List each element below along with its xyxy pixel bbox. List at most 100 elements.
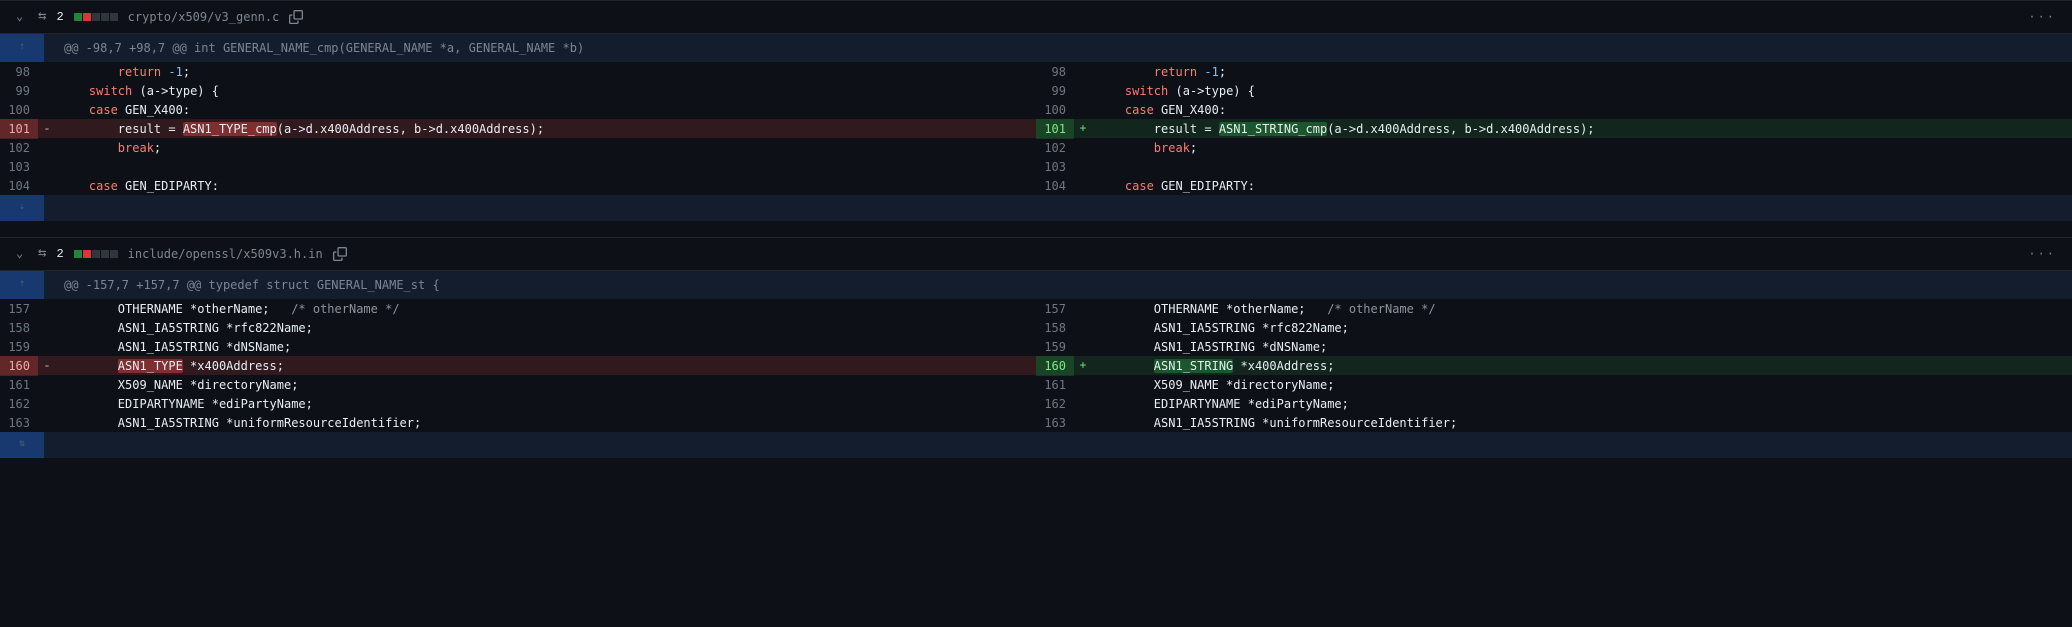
diffstat-square [110,13,118,21]
line-number[interactable]: 99 [0,81,38,101]
line-number[interactable]: 102 [1036,138,1074,158]
line-number[interactable]: 101 [0,119,38,139]
diffstat-square [101,13,109,21]
expand-hunk-both[interactable]: ⇅ [0,432,2072,458]
file-path-link[interactable]: include/openssl/x509v3.h.in [128,244,323,264]
code-content[interactable]: EDIPARTYNAME *ediPartyName; [56,394,1036,414]
line-number[interactable]: 101 [1036,119,1074,139]
line-number[interactable]: 100 [0,100,38,120]
file-kebab-menu[interactable]: ··· [2028,244,2056,264]
diff-line: 104 case GEN_EDIPARTY: [0,176,1036,195]
line-number[interactable]: 99 [1036,81,1074,101]
line-number[interactable]: 103 [0,157,38,177]
copy-path-icon[interactable] [333,247,347,261]
diff-sign: - [38,119,56,139]
diff-line: 157 OTHERNAME *otherName; /* otherName *… [0,299,1036,318]
diff-line: 163 ASN1_IA5STRING *uniformResourceIdent… [1036,413,2072,432]
expand-hunk-up[interactable]: ⇡ [0,271,44,299]
line-number[interactable]: 103 [1036,157,1074,177]
diff-line: 162 EDIPARTYNAME *ediPartyName; [1036,394,2072,413]
diff-sign: - [38,356,56,376]
diffstat-square [83,250,91,258]
collapse-toggle[interactable]: ⌄ [16,244,28,264]
line-number[interactable]: 98 [1036,62,1074,82]
code-content[interactable]: ASN1_IA5STRING *rfc822Name; [56,318,1036,338]
expand-both-icon: ⇅ [19,435,25,455]
file-diff-block: ⌄ ⇆ 2 crypto/x509/v3_genn.c ··· ⇡ @@ -98… [0,0,2072,221]
hunk-header: ⇡ @@ -98,7 +98,7 @@ int GENERAL_NAME_cmp… [0,34,2072,62]
code-content[interactable]: switch (a->type) { [1092,81,2072,101]
line-number[interactable]: 157 [1036,299,1074,319]
code-content[interactable]: ASN1_TYPE *x400Address; [56,356,1036,376]
code-content[interactable]: case GEN_X400: [56,100,1036,120]
line-number[interactable]: 160 [1036,356,1074,376]
code-content[interactable]: ASN1_IA5STRING *dNSName; [56,337,1036,357]
line-number[interactable]: 160 [0,356,38,376]
expand-all-icon[interactable]: ⇆ [38,7,46,27]
code-content[interactable]: result = ASN1_STRING_cmp(a->d.x400Addres… [1092,119,2072,139]
line-number[interactable]: 159 [1036,337,1074,357]
line-number[interactable]: 158 [1036,318,1074,338]
line-number[interactable]: 102 [0,138,38,158]
line-number[interactable]: 161 [1036,375,1074,395]
diff-line: 98 return -1; [1036,62,2072,81]
right-pane: 98 return -1; 99 switch (a->type) { 100 … [1036,62,2072,195]
diffstat-square [74,13,82,21]
diffstat-square [92,13,100,21]
left-pane: 157 OTHERNAME *otherName; /* otherName *… [0,299,1036,432]
line-number[interactable]: 159 [0,337,38,357]
line-number[interactable]: 104 [1036,176,1074,196]
line-number[interactable]: 100 [1036,100,1074,120]
change-count: 2 [56,244,63,264]
expand-hunk-up[interactable]: ⇡ [0,34,44,62]
code-content[interactable]: ASN1_IA5STRING *dNSName; [1092,337,2072,357]
code-content[interactable]: result = ASN1_TYPE_cmp(a->d.x400Address,… [56,119,1036,139]
code-content[interactable]: OTHERNAME *otherName; /* otherName */ [1092,299,2072,319]
diffstat[interactable] [74,250,118,258]
code-content[interactable]: break; [1092,138,2072,158]
expand-up-icon: ⇡ [19,275,25,295]
code-content[interactable]: ASN1_IA5STRING *rfc822Name; [1092,318,2072,338]
code-content[interactable]: case GEN_X400: [1092,100,2072,120]
diff-line: 159 ASN1_IA5STRING *dNSName; [0,337,1036,356]
code-content[interactable]: OTHERNAME *otherName; /* otherName */ [56,299,1036,319]
diff-line: 160 - ASN1_TYPE *x400Address; [0,356,1036,375]
diff-line: 158 ASN1_IA5STRING *rfc822Name; [0,318,1036,337]
code-content[interactable]: break; [56,138,1036,158]
copy-path-icon[interactable] [289,10,303,24]
file-kebab-menu[interactable]: ··· [2028,7,2056,27]
code-content[interactable]: EDIPARTYNAME *ediPartyName; [1092,394,2072,414]
line-number[interactable]: 158 [0,318,38,338]
code-content[interactable]: case GEN_EDIPARTY: [1092,176,2072,196]
line-number[interactable]: 163 [0,413,38,433]
diff-sign: + [1074,356,1092,376]
line-number[interactable]: 161 [0,375,38,395]
line-number[interactable]: 162 [0,394,38,414]
expand-all-icon[interactable]: ⇆ [38,244,46,264]
code-content[interactable]: case GEN_EDIPARTY: [56,176,1036,196]
expand-hunk-down[interactable]: ⇣ [0,195,2072,221]
diff-line: 161 X509_NAME *directoryName; [1036,375,2072,394]
line-number[interactable]: 157 [0,299,38,319]
file-path-link[interactable]: crypto/x509/v3_genn.c [128,7,280,27]
code-content[interactable]: switch (a->type) { [56,81,1036,101]
code-content[interactable]: return -1; [1092,62,2072,82]
diff-line: 157 OTHERNAME *otherName; /* otherName *… [1036,299,2072,318]
diff-line: 100 case GEN_X400: [1036,100,2072,119]
file-diff-block: ⌄ ⇆ 2 include/openssl/x509v3.h.in ··· ⇡ … [0,237,2072,458]
code-content[interactable]: return -1; [56,62,1036,82]
line-number[interactable]: 163 [1036,413,1074,433]
code-content[interactable]: X509_NAME *directoryName; [1092,375,2072,395]
diffstat-square [83,13,91,21]
code-content[interactable]: ASN1_IA5STRING *uniformResourceIdentifie… [1092,413,2072,433]
diffstat[interactable] [74,13,118,21]
code-content[interactable]: ASN1_STRING *x400Address; [1092,356,2072,376]
line-number[interactable]: 162 [1036,394,1074,414]
code-content[interactable]: ASN1_IA5STRING *uniformResourceIdentifie… [56,413,1036,433]
collapse-toggle[interactable]: ⌄ [16,7,28,27]
diff-line: 104 case GEN_EDIPARTY: [1036,176,2072,195]
line-number[interactable]: 104 [0,176,38,196]
diff-line: 102 break; [1036,138,2072,157]
line-number[interactable]: 98 [0,62,38,82]
code-content[interactable]: X509_NAME *directoryName; [56,375,1036,395]
